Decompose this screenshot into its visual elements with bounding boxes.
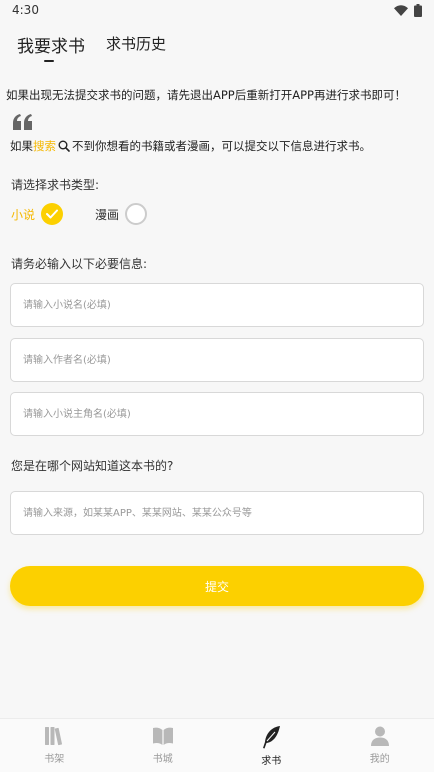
comic-radio-unchecked[interactable] — [125, 203, 148, 225]
novel-name-input[interactable] — [10, 283, 424, 327]
search-icon — [58, 140, 70, 152]
feather-icon — [263, 726, 281, 749]
status-bar: 4:30 — [0, 0, 434, 20]
source-label: 您是在哪个网站知道这本书的? — [11, 459, 174, 473]
wifi-icon — [394, 4, 408, 16]
check-icon — [46, 209, 59, 219]
battery-icon — [414, 3, 422, 17]
open-book-icon — [152, 727, 173, 745]
top-tabs: 我要求书 求书历史 — [0, 22, 434, 66]
protagonist-name-input[interactable] — [10, 392, 424, 436]
type-option-novel-label: 小说 — [11, 207, 36, 222]
nav-label-profile: 我的 — [369, 754, 390, 765]
nav-label-request-book: 求书 — [261, 756, 282, 767]
submit-button[interactable]: 提交 — [10, 566, 424, 606]
nav-item-request-book[interactable]: 求书 — [217, 719, 326, 772]
status-icons — [394, 3, 422, 17]
type-selector: 小说 漫画 — [11, 203, 148, 225]
hint-prefix: 如果 — [10, 139, 33, 153]
bookshelf-icon — [45, 727, 63, 746]
type-option-novel[interactable]: 小说 — [11, 203, 64, 225]
status-time: 4:30 — [12, 3, 39, 17]
nav-label-bookstore: 书城 — [152, 754, 173, 765]
search-hint: 如果 搜索 不到你想看的书籍或者漫画，可以提交以下信息进行求书。 — [10, 138, 371, 154]
tab-request-book[interactable]: 我要求书 — [17, 22, 85, 62]
novel-radio-checked[interactable] — [41, 203, 64, 225]
source-input[interactable] — [10, 491, 424, 535]
nav-item-bookstore[interactable]: 书城 — [109, 719, 218, 772]
person-icon — [370, 726, 389, 746]
type-label: 请选择求书类型: — [11, 178, 100, 192]
hint-search-link[interactable]: 搜索 — [33, 138, 56, 154]
nav-item-profile[interactable]: 我的 — [326, 719, 434, 772]
tab-request-history[interactable]: 求书历史 — [106, 23, 166, 54]
type-option-comic[interactable]: 漫画 — [95, 203, 148, 225]
hint-suffix: 不到你想看的书籍或者漫画，可以提交以下信息进行求书。 — [72, 139, 371, 153]
nav-label-bookshelf: 书架 — [44, 754, 65, 765]
notice-text: 如果出现无法提交求书的问题，请先退出APP后重新打开APP再进行求书即可！ — [6, 88, 406, 102]
quote-icon — [13, 114, 32, 130]
author-name-input[interactable] — [10, 338, 424, 382]
nav-item-bookshelf[interactable]: 书架 — [0, 719, 109, 772]
bottom-nav: 书架 书城 求书 我的 — [0, 718, 434, 772]
required-info-label: 请务必输入以下必要信息: — [11, 257, 148, 271]
type-option-comic-label: 漫画 — [95, 207, 120, 222]
